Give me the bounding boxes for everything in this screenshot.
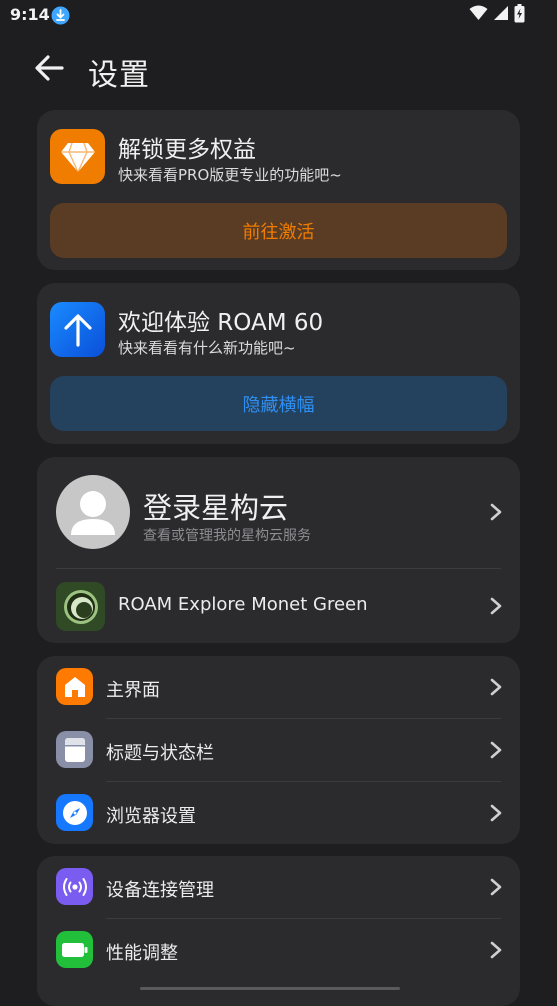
settings-item-browser[interactable]: 浏览器设置 <box>37 782 520 844</box>
status-bar: 9:14 <box>0 0 557 32</box>
settings-item-label: 性能调整 <box>106 943 178 964</box>
theme-row[interactable]: ROAM Explore Monet Green <box>37 569 520 643</box>
settings-item-device-connection[interactable]: 设备连接管理 <box>37 856 520 918</box>
arrow-up-icon <box>50 302 105 357</box>
chevron-right-icon <box>490 503 502 521</box>
person-icon <box>71 491 115 535</box>
arrow-left-icon <box>35 55 64 81</box>
settings-group-1: 主界面 标题与状态栏 浏览器设置 <box>37 656 520 844</box>
page-title: 设置 <box>88 58 150 93</box>
settings-item-performance[interactable]: 性能调整 <box>37 919 520 981</box>
welcome-subtitle: 快来看看有什么新功能吧~ <box>118 339 296 357</box>
welcome-title: 欢迎体验 ROAM 60 <box>118 310 324 336</box>
theme-icon <box>56 582 105 631</box>
statusbar-icon <box>56 731 93 768</box>
battery-status-icon <box>514 3 525 27</box>
account-card: 登录星构云 查看或管理我的星构云服务 ROAM Explore Monet Gr… <box>37 457 520 643</box>
settings-item-label: 主界面 <box>106 680 160 701</box>
system-icons <box>469 3 525 27</box>
status-time: 9:14 <box>10 5 50 24</box>
diamond-icon <box>50 129 105 184</box>
settings-item-statusbar[interactable]: 标题与状态栏 <box>37 719 520 781</box>
pro-subtitle: 快来看看PRO版更专业的功能吧~ <box>118 166 342 184</box>
pro-promo-card: 解锁更多权益 快来看看PRO版更专业的功能吧~ 前往激活 <box>37 110 520 270</box>
signal-icon <box>493 5 509 25</box>
chevron-right-icon <box>490 678 502 696</box>
activate-button[interactable]: 前往激活 <box>50 203 507 258</box>
login-subtitle: 查看或管理我的星构云服务 <box>143 528 311 544</box>
avatar <box>56 475 130 549</box>
back-button[interactable] <box>28 50 70 86</box>
page-header: 设置 <box>0 40 557 96</box>
settings-group-2: 设备连接管理 性能调整 <box>37 856 520 1006</box>
settings-item-label: 标题与状态栏 <box>106 743 214 764</box>
welcome-banner-card: 欢迎体验 ROAM 60 快来看看有什么新功能吧~ 隐藏横幅 <box>37 283 520 444</box>
battery-icon <box>56 931 93 968</box>
theme-label: ROAM Explore Monet Green <box>118 594 368 615</box>
chevron-right-icon <box>490 597 502 615</box>
settings-item-label: 设备连接管理 <box>106 880 214 901</box>
compass-icon <box>56 794 93 831</box>
chevron-right-icon <box>490 804 502 822</box>
chevron-right-icon <box>490 741 502 759</box>
chevron-right-icon <box>490 878 502 896</box>
login-title: 登录星构云 <box>143 491 289 525</box>
settings-item-home[interactable]: 主界面 <box>37 656 520 718</box>
login-row[interactable]: 登录星构云 查看或管理我的星构云服务 <box>37 457 520 567</box>
wifi-icon <box>469 5 488 25</box>
home-icon <box>56 668 93 705</box>
broadcast-icon <box>56 868 93 905</box>
hide-banner-button[interactable]: 隐藏横幅 <box>50 376 507 431</box>
pro-title: 解锁更多权益 <box>118 137 256 163</box>
download-icon <box>51 6 70 25</box>
settings-item-label: 浏览器设置 <box>106 806 196 827</box>
chevron-right-icon <box>490 941 502 959</box>
